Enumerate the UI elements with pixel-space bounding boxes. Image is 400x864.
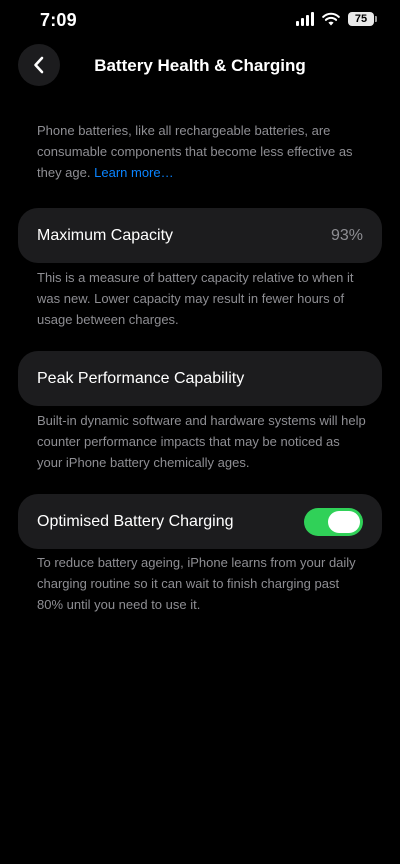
maximum-capacity-description: This is a measure of battery capacity re… bbox=[37, 270, 354, 327]
battery-icon: 75 bbox=[348, 12, 377, 26]
navigation-bar: Battery Health & Charging bbox=[0, 44, 400, 88]
page-title: Battery Health & Charging bbox=[94, 56, 306, 75]
optimised-charging-row: Optimised Battery Charging bbox=[18, 494, 382, 549]
peak-performance-label: Peak Performance Capability bbox=[37, 369, 245, 387]
peak-performance-description: Built-in dynamic software and hardware s… bbox=[37, 413, 366, 470]
optimised-charging-toggle[interactable] bbox=[304, 507, 363, 536]
status-bar: 7:09 75 bbox=[0, 0, 400, 44]
toggle-knob bbox=[328, 510, 360, 533]
maximum-capacity-row: Maximum Capacity 93% bbox=[18, 208, 382, 263]
status-time: 7:09 bbox=[40, 10, 77, 30]
intro-text: Phone batteries, like all rechargeable b… bbox=[37, 120, 367, 183]
status-icons: 75 bbox=[296, 12, 377, 26]
intro-description: Phone batteries, like all rechargeable b… bbox=[37, 123, 353, 180]
optimised-charging-label: Optimised Battery Charging bbox=[37, 512, 234, 530]
maximum-capacity-label: Maximum Capacity bbox=[37, 226, 174, 244]
optimised-charging-description: To reduce battery ageing, iPhone learns … bbox=[37, 555, 356, 612]
peak-performance-row: Peak Performance Capability bbox=[18, 351, 382, 406]
maximum-capacity-value: 93% bbox=[330, 226, 363, 244]
battery-level: 75 bbox=[354, 13, 368, 25]
wifi-icon bbox=[322, 12, 340, 26]
learn-more-link[interactable]: Learn more… bbox=[94, 165, 173, 180]
cellular-signal-icon bbox=[296, 12, 314, 26]
